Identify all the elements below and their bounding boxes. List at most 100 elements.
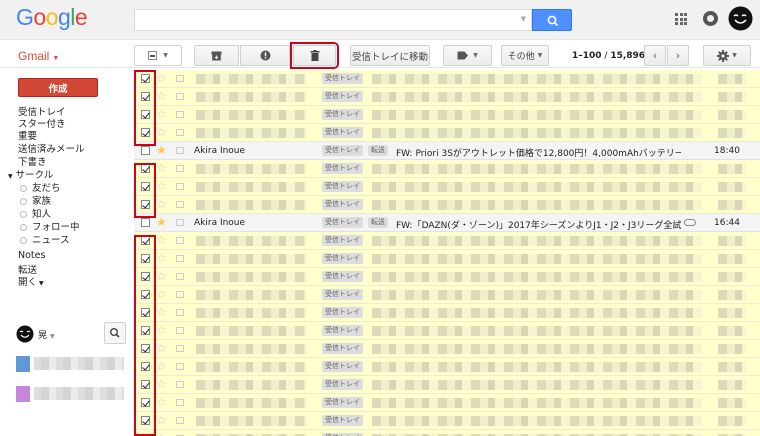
- row-checkbox[interactable]: [141, 74, 150, 83]
- inbox-label-chip[interactable]: 受信トレイ: [322, 73, 363, 84]
- importance-marker-icon[interactable]: [176, 273, 184, 280]
- table-row[interactable]: ☆受信トレイ: [134, 232, 760, 250]
- report-spam-button[interactable]: [240, 45, 290, 66]
- importance-marker-icon[interactable]: [176, 75, 184, 82]
- inbox-label-chip[interactable]: 受信トレイ: [322, 361, 363, 372]
- star-icon[interactable]: ★: [156, 143, 167, 157]
- importance-marker-icon[interactable]: [176, 129, 184, 136]
- compose-button[interactable]: 作成: [18, 78, 98, 97]
- inbox-label-chip[interactable]: 受信トレイ: [322, 271, 363, 282]
- row-checkbox[interactable]: [141, 200, 150, 209]
- importance-marker-icon[interactable]: [176, 111, 184, 118]
- inbox-label-chip[interactable]: 受信トレイ: [322, 379, 363, 390]
- search-options-icon[interactable]: ▼: [521, 15, 526, 23]
- inbox-label-chip[interactable]: 受信トレイ: [322, 163, 363, 174]
- row-checkbox[interactable]: [141, 182, 150, 191]
- table-row[interactable]: ★ Akira Inoue 受信トレイ 転送 FW: Priori 3Sがアウトレット価…: [134, 142, 760, 160]
- importance-marker-icon[interactable]: [176, 291, 184, 298]
- select-all-checkbox[interactable]: [148, 51, 158, 60]
- table-row[interactable]: ☆ 受信トレイ: [134, 88, 760, 106]
- star-icon[interactable]: ☆: [156, 125, 167, 139]
- select-all-dropdown[interactable]: ▼: [134, 45, 182, 66]
- contact-item[interactable]: [16, 354, 126, 374]
- search-input[interactable]: ▼: [134, 9, 532, 31]
- newer-button[interactable]: ‹: [644, 45, 666, 66]
- inbox-label-chip[interactable]: 受信トレイ: [322, 307, 363, 318]
- inbox-label-chip[interactable]: 受信トレイ: [322, 109, 363, 120]
- star-icon[interactable]: ★: [156, 215, 167, 229]
- avatar[interactable]: [16, 325, 34, 343]
- inbox-label-chip[interactable]: 受信トレイ: [322, 127, 363, 138]
- star-icon[interactable]: ☆: [156, 251, 167, 265]
- importance-marker-icon[interactable]: [176, 363, 184, 370]
- importance-marker-icon[interactable]: [176, 345, 184, 352]
- star-icon[interactable]: ☆: [156, 287, 167, 301]
- forward-label-chip[interactable]: 転送: [368, 145, 388, 156]
- table-row[interactable]: ☆ 受信トレイ: [134, 286, 760, 304]
- avatar[interactable]: [728, 6, 753, 31]
- row-checkbox[interactable]: [141, 254, 150, 263]
- star-icon[interactable]: ☆: [156, 161, 167, 175]
- inbox-label-chip[interactable]: 受信トレイ: [322, 235, 363, 246]
- row-checkbox[interactable]: [141, 362, 150, 371]
- notifications-icon[interactable]: [703, 11, 718, 26]
- importance-marker-icon[interactable]: [176, 417, 184, 424]
- star-icon[interactable]: ☆: [156, 89, 167, 103]
- table-row[interactable]: ☆受信トレイ: [134, 196, 760, 214]
- row-checkbox[interactable]: [141, 146, 150, 155]
- google-logo[interactable]: Google: [16, 4, 88, 31]
- star-icon[interactable]: ☆: [156, 341, 167, 355]
- star-icon[interactable]: ☆: [156, 359, 167, 373]
- star-icon[interactable]: ☆: [156, 305, 167, 319]
- table-row[interactable]: ☆受信トレイ: [134, 340, 760, 358]
- sidebar-item-circle-following[interactable]: フォロー中: [20, 219, 80, 233]
- table-row[interactable]: ☆ 受信トレイ: [134, 304, 760, 322]
- table-row[interactable]: ☆ 受信トレイ: [134, 160, 760, 178]
- inbox-label-chip[interactable]: 受信トレイ: [322, 145, 363, 156]
- sidebar-item-circle-news[interactable]: ニュース: [20, 232, 70, 246]
- settings-dropdown[interactable]: ▼: [703, 45, 751, 66]
- table-row[interactable]: ☆受信トレイ: [134, 376, 760, 394]
- table-row[interactable]: ☆ 受信トレイ: [134, 268, 760, 286]
- importance-marker-icon[interactable]: [176, 165, 184, 172]
- row-checkbox[interactable]: [141, 344, 150, 353]
- inbox-label-chip[interactable]: 受信トレイ: [322, 415, 363, 426]
- row-checkbox[interactable]: [141, 398, 150, 407]
- sidebar-item-open[interactable]: 開く ▼: [18, 274, 44, 288]
- hangout-user-name[interactable]: 晃 ▼: [38, 328, 55, 341]
- table-row[interactable]: ☆受信トレイ: [134, 394, 760, 412]
- inbox-label-chip[interactable]: 受信トレイ: [322, 289, 363, 300]
- row-checkbox[interactable]: [141, 290, 150, 299]
- contact-item[interactable]: [16, 384, 126, 404]
- apps-grid-icon[interactable]: [675, 13, 687, 25]
- row-checkbox[interactable]: [141, 128, 150, 137]
- forward-label-chip[interactable]: 転送: [368, 217, 388, 228]
- importance-marker-icon[interactable]: [176, 381, 184, 388]
- labels-dropdown[interactable]: ▼: [443, 45, 492, 66]
- hangout-search-button[interactable]: [104, 322, 126, 344]
- delete-button[interactable]: [290, 42, 339, 69]
- importance-marker-icon[interactable]: [176, 255, 184, 262]
- sidebar-item-circle-acquaintances[interactable]: 知人: [20, 206, 51, 220]
- importance-marker-icon[interactable]: [176, 183, 184, 190]
- star-icon[interactable]: ☆: [156, 323, 167, 337]
- row-checkbox[interactable]: [141, 164, 150, 173]
- importance-marker-icon[interactable]: [176, 327, 184, 334]
- older-button[interactable]: ›: [667, 45, 689, 66]
- row-checkbox[interactable]: [141, 416, 150, 425]
- sidebar-item-important[interactable]: 重要: [18, 128, 37, 142]
- row-checkbox[interactable]: [141, 380, 150, 389]
- inbox-label-chip[interactable]: 受信トレイ: [322, 217, 363, 228]
- table-row[interactable]: ☆受信トレイ: [134, 430, 760, 436]
- row-checkbox[interactable]: [141, 326, 150, 335]
- app-switcher[interactable]: Gmail ▼: [18, 49, 59, 63]
- archive-button[interactable]: [194, 45, 239, 66]
- importance-marker-icon[interactable]: [176, 93, 184, 100]
- star-icon[interactable]: ☆: [156, 179, 167, 193]
- sidebar-item-drafts[interactable]: 下書き: [18, 154, 47, 168]
- row-checkbox[interactable]: [141, 308, 150, 317]
- inbox-label-chip[interactable]: 受信トレイ: [322, 91, 363, 102]
- star-icon[interactable]: ☆: [156, 269, 167, 283]
- row-checkbox[interactable]: [141, 236, 150, 245]
- sidebar-item-circle-family[interactable]: 家族: [20, 193, 51, 207]
